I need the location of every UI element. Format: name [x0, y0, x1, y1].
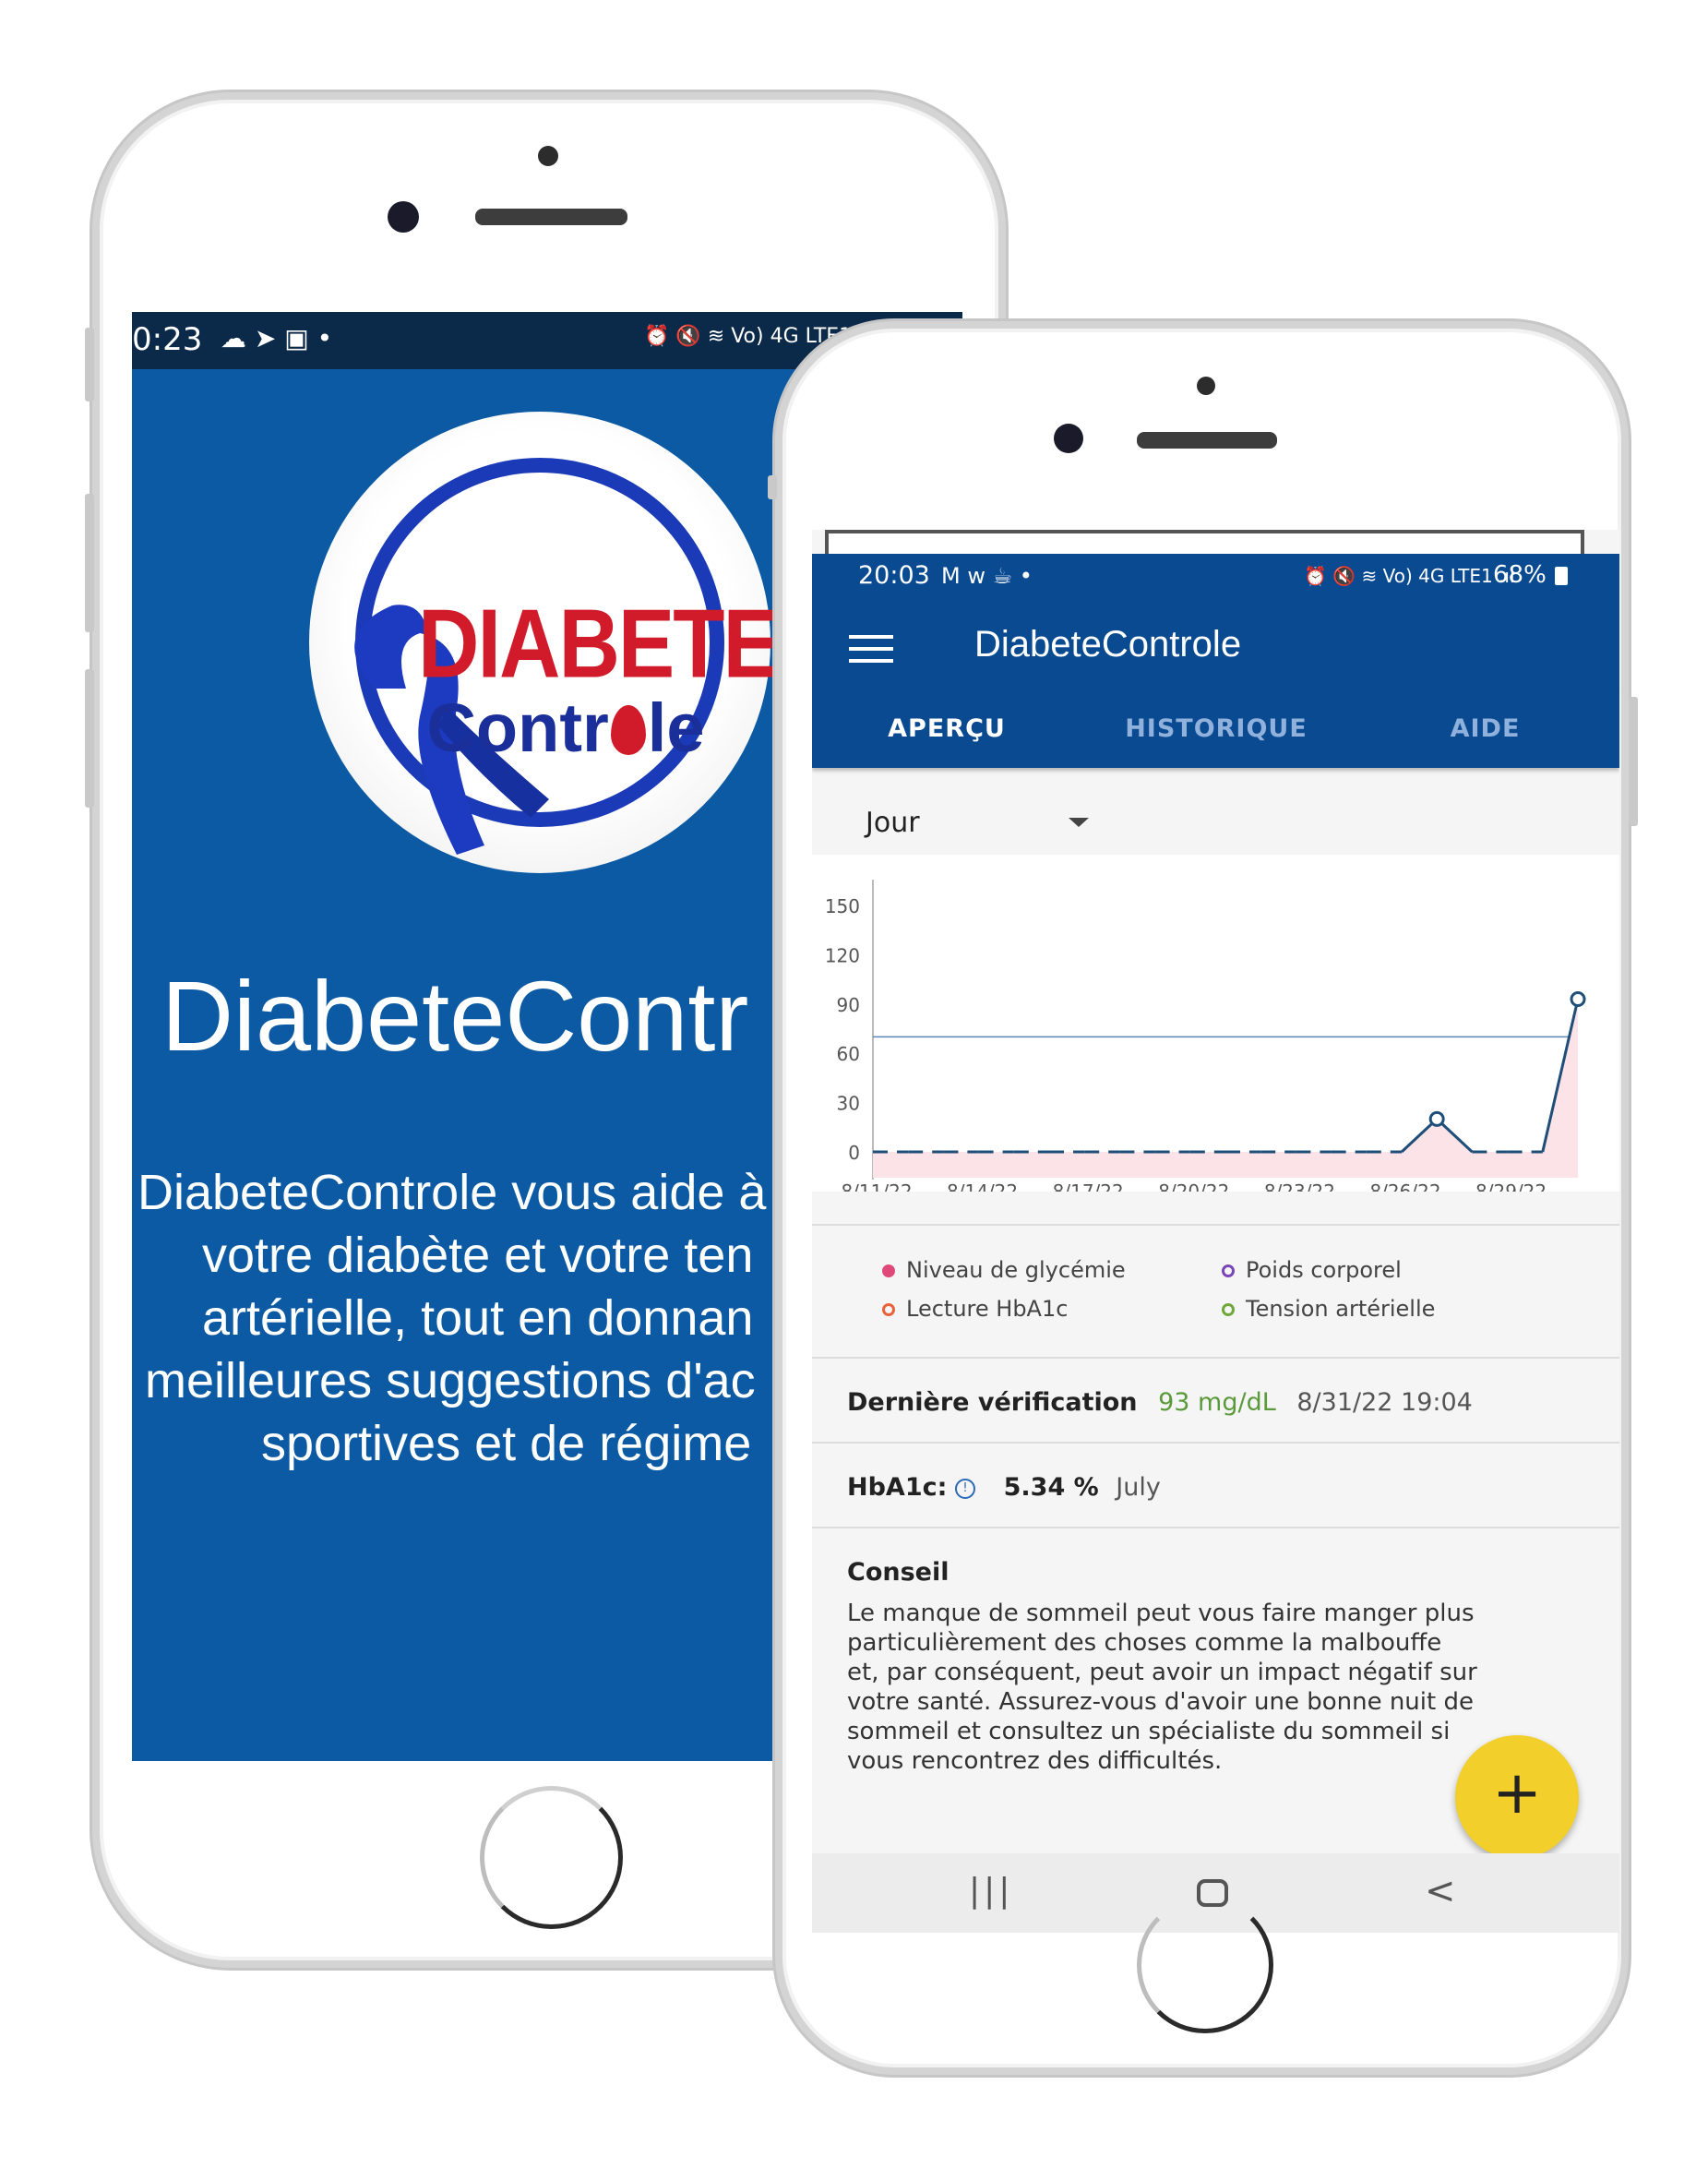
- logo-subtitle-part-b: le: [647, 689, 705, 766]
- right-phone-screen: 20:03 M w ☕ • ⏰ 🔇 ≋ Vo) 4G LTE1 .ıl 68% …: [812, 530, 1619, 1933]
- legend-item[interactable]: Lecture HbA1c: [882, 1296, 1068, 1322]
- legend-label: Tension artérielle: [1246, 1296, 1436, 1322]
- left-phone-speaker: [475, 209, 627, 225]
- status-right-icons: ⏰ 🔇 ≋ Vo) 4G LTE1: [644, 325, 853, 348]
- legend-label: Niveau de glycémie: [906, 1257, 1126, 1283]
- hba1c-month: July: [1116, 1473, 1161, 1502]
- legend-item[interactable]: Poids corporel: [1222, 1257, 1402, 1283]
- y-tick-label: 150: [825, 895, 860, 917]
- logo-title: DIABETE: [418, 590, 780, 699]
- period-dropdown[interactable]: Jour: [866, 799, 1089, 845]
- advice-line: sommeil et consultez un spécialiste du s…: [847, 1718, 1451, 1745]
- app-title: DiabeteControle: [974, 624, 1242, 665]
- legend-item[interactable]: Tension artérielle: [1222, 1296, 1435, 1322]
- y-tick-label: 90: [837, 994, 860, 1016]
- legend-dot: [882, 1303, 895, 1316]
- period-value: Jour: [866, 807, 920, 839]
- y-tick-label: 30: [837, 1093, 860, 1115]
- back-icon[interactable]: <: [1425, 1870, 1456, 1912]
- app-logo: DIABETE Contr le: [309, 412, 780, 873]
- advice-line: vous rencontrez des difficultés.: [847, 1747, 1223, 1775]
- info-icon[interactable]: !: [955, 1479, 976, 1499]
- legend-dot: [1222, 1303, 1235, 1316]
- legend-label: Poids corporel: [1246, 1257, 1402, 1283]
- right-status-bar: 20:03 M w ☕ • ⏰ 🔇 ≋ Vo) 4G LTE1 .ıl 68%: [812, 554, 1619, 600]
- recent-apps-icon[interactable]: |||: [969, 1872, 1013, 1910]
- left-phone-front-camera: [388, 201, 419, 233]
- left-phone-volume-button: [85, 494, 94, 632]
- advice-line: particulièrement des choses comme la mal…: [847, 1629, 1442, 1657]
- y-tick-label: 60: [837, 1043, 860, 1065]
- left-phone-camera: [538, 146, 558, 166]
- left-phone-home-button[interactable]: [480, 1786, 623, 1929]
- add-entry-button[interactable]: +: [1455, 1735, 1579, 1859]
- right-phone-side-button: [768, 475, 777, 499]
- last-check-divider: [812, 1442, 1619, 1444]
- logo-subtitle-part-a: Contr: [426, 689, 609, 766]
- advice-line: votre santé. Assurez-vous d'avoir une bo…: [847, 1688, 1474, 1716]
- chart-panel: 0 30 60 90 120 150 8/11/22 8/14/22 8/17/22 8/20/2…: [812, 855, 1619, 1203]
- right-phone-camera: [1197, 377, 1215, 395]
- tab-apercu[interactable]: APERÇU: [812, 692, 1081, 766]
- legend-divider: [812, 1357, 1619, 1359]
- left-phone-volume-button: [85, 669, 94, 808]
- legend-label: Lecture HbA1c: [906, 1296, 1069, 1322]
- blood-drop-icon: [610, 705, 646, 755]
- glucose-chart: 0 30 60 90 120 150 8/11/22 8/14/22 8/17/22 8/20/2…: [825, 880, 1586, 1203]
- x-tick-label: 8/26/22: [1369, 1180, 1440, 1192]
- status-icons: ☁ ➤ ▣ •: [221, 323, 333, 354]
- x-tick-label: 8/23/22: [1264, 1180, 1335, 1192]
- advice-line: et, par conséquent, peut avoir un impact…: [847, 1659, 1477, 1686]
- data-point: [1570, 990, 1586, 1007]
- hba1c-label: HbA1c:: [847, 1473, 948, 1502]
- x-tick-label: 8/20/22: [1158, 1180, 1229, 1192]
- left-phone-volume-button: [85, 328, 94, 401]
- app-bar: DiabeteControle: [812, 600, 1619, 692]
- legend-item[interactable]: Niveau de glycémie: [882, 1257, 1126, 1283]
- battery-level: 68%: [1493, 561, 1547, 589]
- right-phone-side-button: [1629, 697, 1638, 826]
- splash-app-name: DiabeteContr: [161, 960, 749, 1072]
- advice-title: Conseil: [847, 1558, 950, 1587]
- hba1c-row: HbA1c: ! 5.34 % July: [847, 1473, 1161, 1502]
- hba1c-value: 5.34 %: [1003, 1473, 1099, 1502]
- right-phone-front-camera: [1054, 424, 1083, 453]
- y-tick-label: 120: [825, 944, 860, 966]
- chevron-down-icon: [1069, 818, 1089, 827]
- advice-line: Le manque de sommeil peut vous faire man…: [847, 1600, 1475, 1627]
- last-check-datetime: 8/31/22 19:04: [1296, 1388, 1473, 1417]
- x-tick-label: 8/14/22: [947, 1180, 1018, 1192]
- menu-icon[interactable]: [849, 635, 893, 663]
- advice-text: Le manque de sommeil peut vous faire man…: [847, 1599, 1477, 1776]
- hba1c-divider: [812, 1527, 1619, 1528]
- x-tick-label: 8/11/22: [841, 1180, 912, 1192]
- x-tick-label: 8/17/22: [1053, 1180, 1124, 1192]
- y-tick-label: 0: [848, 1142, 860, 1164]
- chart-divider: [812, 1224, 1619, 1226]
- status-right-icons: ⏰ 🔇 ≋ Vo) 4G LTE1 .ıl: [1304, 565, 1515, 587]
- status-time: 20:03: [858, 561, 930, 590]
- tab-aide[interactable]: AIDE: [1351, 692, 1619, 766]
- x-tick-label: 8/29/22: [1475, 1180, 1547, 1192]
- right-phone-speaker: [1137, 432, 1277, 449]
- last-check-value: 93 mg/dL: [1158, 1388, 1276, 1417]
- battery-icon: [1555, 567, 1568, 585]
- right-phone-home-button[interactable]: [1137, 1897, 1273, 2033]
- tab-historique[interactable]: HISTORIQUE: [1081, 692, 1351, 766]
- status-icons: M w ☕ •: [941, 563, 1033, 589]
- legend-dot: [882, 1264, 895, 1277]
- logo-subtitle: Contr le: [418, 689, 713, 767]
- last-check-row: Dernière vérification 93 mg/dL 8/31/22 1…: [847, 1388, 1473, 1417]
- status-time: 0:23: [132, 321, 203, 358]
- data-point: [1428, 1110, 1445, 1127]
- last-check-label: Dernière vérification: [847, 1388, 1138, 1417]
- tab-bar: APERÇU HISTORIQUE AIDE: [812, 692, 1619, 768]
- plus-icon: +: [1492, 1759, 1542, 1827]
- legend-dot: [1222, 1264, 1235, 1277]
